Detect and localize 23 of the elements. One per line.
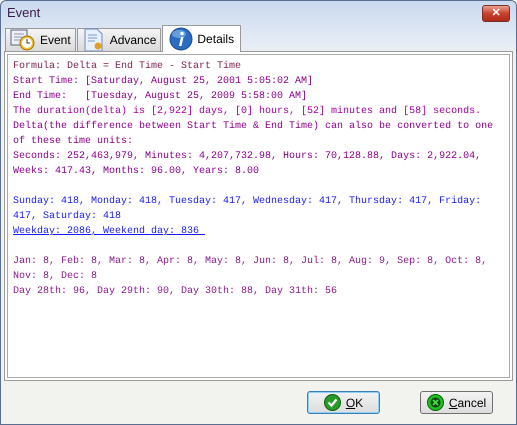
details-line: Nov: 8, Dec: 8: [13, 270, 98, 284]
details-line: Start Time: [Saturday, August 25, 2001 5:05:02 AM]: [13, 74, 314, 89]
details-line: Day 28th: 96, Day 29th: 90, Day 30th: 88, Day 31th: 56: [13, 284, 338, 299]
details-line: End Time: [Tuesday, August 25, 2009 5:58:00 AM]: [13, 90, 308, 104]
window-title: Event: [7, 4, 40, 22]
details-line: of these time units:: [13, 134, 134, 149]
details-line: Seconds: 252,463,979, Minutes: 4,207,732.98, Hours: 70,128.88, Days: 2,922.04,: [13, 150, 482, 164]
tab[interactable]: Advance: [76, 28, 162, 51]
details-line: Delta(the difference between Start Time & End Time) can also be converted to one: [13, 120, 494, 134]
details-line: 417, Saturday: 418: [13, 210, 122, 224]
details-line: Jan: 8, Feb: 8, Mar: 8, Apr: 8, May: 8, Jun: 8, Jul: 8, Aug: 9, Sep: 8, Oct: 8,: [13, 254, 488, 269]
details-line: Sunday: 418, Monday: 418, Tuesday: 417, Wednesday: 417, Thursday: 417, Friday:: [13, 194, 482, 209]
check-icon: [324, 394, 341, 411]
ok-button[interactable]: OK: [307, 391, 380, 414]
summary-link[interactable]: Weekday: 2086, Weekend day: 836: [13, 224, 504, 239]
details-line: The duration(delta) is [2,922] days, [0] hours, [52] minutes and [58] seconds.: [13, 104, 482, 119]
close-button[interactable]: ✕: [482, 4, 510, 22]
tab[interactable]: Event: [5, 28, 76, 51]
details-line: Formula: Delta = End Time - Start Time: [13, 60, 242, 74]
close-icon: [426, 394, 444, 411]
cancel-button[interactable]: Cancel: [420, 391, 493, 414]
tab[interactable]: Details: [162, 25, 242, 52]
details-line: Weeks: 417.43, Months: 96.00, Years: 8.00: [13, 164, 260, 179]
